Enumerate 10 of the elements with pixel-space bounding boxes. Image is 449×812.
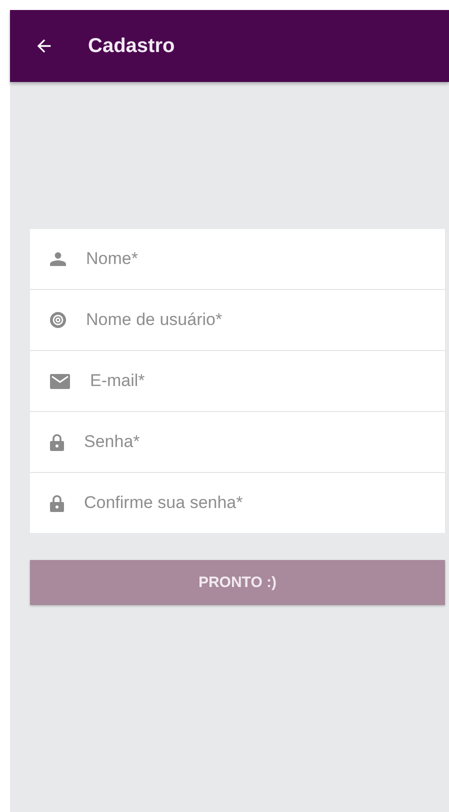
screen-title: Cadastro xyxy=(88,34,175,58)
lock-icon xyxy=(50,494,64,512)
input-field[interactable]: Confirme sua senha* xyxy=(82,492,445,514)
mail-icon xyxy=(50,374,70,388)
input-field[interactable]: Senha* xyxy=(82,431,445,453)
person-icon xyxy=(50,252,66,266)
input-field[interactable]: Nome* xyxy=(84,248,445,270)
input-field[interactable]: Nome de usuário* xyxy=(84,309,445,331)
input-field[interactable]: E-mail* xyxy=(88,370,445,392)
lock-icon xyxy=(50,434,64,450)
